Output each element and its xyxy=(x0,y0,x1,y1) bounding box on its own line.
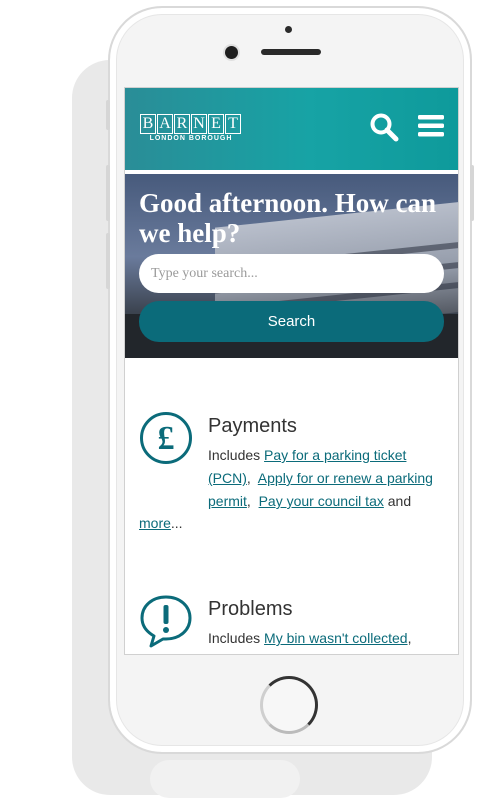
pound-icon: £ xyxy=(140,412,192,464)
logo-letters: BARNET xyxy=(140,114,242,134)
payments-section: £ Payments Includes Pay for a parking ti… xyxy=(139,411,449,541)
payments-ellipsis: ... xyxy=(170,515,183,531)
svg-text:£: £ xyxy=(158,420,175,457)
problems-description: Includes My bin wasn't collected, xyxy=(208,627,453,650)
earpiece-speaker xyxy=(261,49,321,55)
payments-and-text: and xyxy=(383,493,412,509)
hamburger-menu-icon[interactable] xyxy=(418,114,444,138)
hero-greeting: Good afternoon. How can we help? xyxy=(139,188,436,248)
search-input[interactable] xyxy=(139,254,444,293)
payments-description: Includes Pay for a parking ticket (PCN),… xyxy=(208,447,433,509)
search-icon[interactable] xyxy=(369,112,399,142)
payments-title: Payments xyxy=(208,415,297,437)
site-header: BARNET LONDON BOROUGH xyxy=(125,88,458,170)
problems-prefix: Includes xyxy=(208,630,265,646)
proximity-sensor xyxy=(285,26,292,33)
mute-switch xyxy=(106,100,110,130)
front-camera-icon xyxy=(225,46,238,59)
phone-shadow-bottom xyxy=(150,760,300,798)
problems-section: Problems Includes My bin wasn't collecte… xyxy=(139,594,449,654)
payments-more-link[interactable]: more xyxy=(139,515,171,531)
volume-up-button xyxy=(106,165,110,221)
power-button xyxy=(470,165,474,221)
logo-subtext: LONDON BOROUGH xyxy=(149,135,233,142)
search-button[interactable]: Search xyxy=(139,301,444,342)
payments-prefix: Includes xyxy=(208,447,265,463)
barnet-logo[interactable]: BARNET LONDON BOROUGH xyxy=(140,114,242,142)
payments-more-line: more... xyxy=(139,515,183,531)
problems-suffix: , xyxy=(407,630,412,646)
volume-down-button xyxy=(106,233,110,289)
phone-screen: BARNET LONDON BOROUGH Good afternoon. Ho… xyxy=(124,87,459,655)
exclamation-speech-icon xyxy=(140,595,192,648)
bin-not-collected-link[interactable]: My bin wasn't collected xyxy=(264,630,408,646)
problems-title: Problems xyxy=(208,598,293,620)
home-button[interactable] xyxy=(260,676,318,734)
council-tax-link[interactable]: Pay your council tax xyxy=(259,493,384,509)
